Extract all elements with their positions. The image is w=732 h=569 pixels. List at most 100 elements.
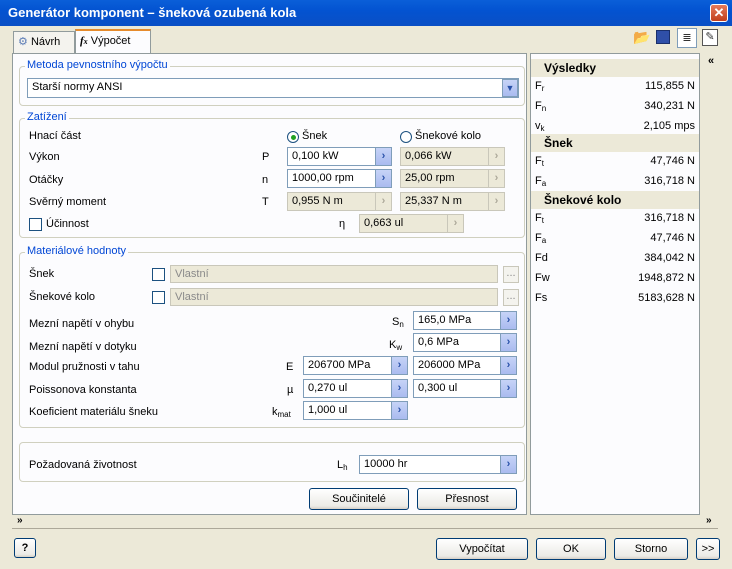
life-label: Požadovaná životnost	[29, 459, 137, 471]
efficiency-arrow-icon: ›	[447, 214, 464, 233]
poisson-label: Poissonova konstanta	[29, 384, 137, 396]
result-symbol: Fr	[535, 80, 545, 93]
bending-input[interactable]: 165,0 MPa	[413, 311, 503, 330]
result-value: 2,105 mps	[643, 120, 695, 132]
results-collapse-icon[interactable]: «	[708, 55, 714, 67]
power-worm-input[interactable]: 0,100 kW	[287, 147, 377, 166]
calculate-button[interactable]: Vypočítat	[436, 538, 528, 560]
result-value: 384,042 N	[644, 252, 695, 264]
close-button[interactable]: ✕	[710, 4, 728, 22]
tab-design-label: Návrh	[30, 36, 61, 48]
speed-wheel-value: 25,00 rpm	[400, 169, 490, 188]
result-symbol: Ft	[535, 155, 544, 168]
worm-material-checkbox[interactable]	[152, 268, 165, 281]
ok-button[interactable]: OK	[536, 538, 606, 560]
life-arrow-icon[interactable]: ›	[500, 455, 517, 474]
result-symbol: vk	[535, 120, 545, 133]
coef-input[interactable]: 1,000 ul	[303, 401, 393, 420]
save-icon[interactable]	[656, 30, 670, 44]
formula-icon: fx	[80, 35, 88, 47]
help-button[interactable]: ?	[14, 538, 36, 558]
torque-worm-arrow-icon: ›	[375, 192, 392, 211]
tab-calculation-label: Výpočet	[90, 35, 131, 47]
poisson-symbol: µ	[287, 384, 294, 396]
tab-design[interactable]: ⚙ Návrh	[13, 31, 75, 53]
notes-icon[interactable]: ✎	[702, 29, 718, 46]
properties-icon[interactable]: ≣	[677, 28, 697, 48]
torque-wheel-arrow-icon: ›	[488, 192, 505, 211]
torque-symbol: T	[262, 196, 269, 208]
result-value: 1948,872 N	[638, 272, 695, 284]
tab-calculation[interactable]: fx Výpočet	[75, 29, 151, 53]
coef-symbol: kmat	[272, 406, 291, 419]
more-button[interactable]: >>	[696, 538, 720, 560]
result-value: 316,718 N	[644, 212, 695, 224]
torque-worm-value: 0,955 N m	[287, 192, 377, 211]
open-folder-icon[interactable]: 📂	[633, 29, 651, 45]
bending-symbol: Sn	[392, 316, 404, 329]
speed-symbol: n	[262, 174, 269, 186]
material-legend: Materiálové hodnoty	[25, 245, 129, 257]
life-symbol: Lh	[337, 459, 348, 472]
speed-label: Otáčky	[29, 174, 64, 186]
efficiency-checkbox[interactable]	[29, 218, 42, 231]
help-icon: ?	[21, 542, 29, 554]
efficiency-value: 0,663 ul	[359, 214, 449, 233]
result-symbol: Fa	[535, 175, 547, 188]
cancel-button[interactable]: Storno	[614, 538, 688, 560]
loads-legend: Zatížení	[25, 111, 69, 123]
life-input[interactable]: 10000 hr	[359, 455, 504, 474]
modulus-worm-input[interactable]: 206700 MPa	[303, 356, 393, 375]
coef-arrow-icon[interactable]: ›	[391, 401, 408, 420]
efficiency-symbol: η	[339, 218, 346, 230]
poisson-worm-arrow-icon[interactable]: ›	[391, 379, 408, 398]
result-symbol: Fs	[535, 292, 548, 304]
method-select[interactable]: Starší normy ANSI	[27, 78, 519, 98]
result-value: 47,746 N	[650, 232, 695, 244]
result-value: 316,718 N	[644, 175, 695, 187]
contact-label: Mezní napětí v dotyku	[29, 341, 137, 353]
coef-label: Koeficient materiálu šneku	[29, 406, 159, 418]
power-label: Výkon	[29, 151, 60, 163]
worm-material-label: Šnek	[29, 268, 55, 280]
result-value: 5183,628 N	[638, 292, 695, 304]
radio-worm[interactable]	[287, 131, 299, 143]
result-value: 47,746 N	[650, 155, 695, 167]
poisson-wheel-input[interactable]: 0,300 ul	[413, 379, 503, 398]
poisson-wheel-arrow-icon[interactable]: ›	[500, 379, 517, 398]
collapse-icon[interactable]: »	[17, 515, 23, 526]
radio-worm-label[interactable]: Šnek	[302, 130, 327, 142]
gear-grid-icon: ⚙	[18, 36, 28, 48]
poisson-worm-input[interactable]: 0,270 ul	[303, 379, 393, 398]
power-worm-arrow-icon[interactable]: ›	[375, 147, 392, 166]
bending-label: Mezní napětí v ohybu	[29, 318, 135, 330]
radio-wheel[interactable]	[400, 131, 412, 143]
radio-wheel-label[interactable]: Šnekové kolo	[415, 130, 481, 142]
result-symbol: Fd	[535, 252, 548, 264]
result-symbol: Fa	[535, 232, 547, 245]
modulus-wheel-input[interactable]: 206000 MPa	[413, 356, 503, 375]
power-wheel-arrow-icon: ›	[488, 147, 505, 166]
power-symbol: P	[262, 151, 270, 163]
efficiency-label[interactable]: Účinnost	[46, 218, 89, 230]
speed-worm-input[interactable]: 1000,00 rpm	[287, 169, 377, 188]
modulus-wheel-arrow-icon[interactable]: ›	[500, 356, 517, 375]
worm-material-browse-button: ...	[503, 266, 519, 283]
wheel-material-checkbox[interactable]	[152, 291, 165, 304]
separator	[12, 528, 718, 529]
results-wheel-header: Šnekové kolo	[531, 191, 699, 209]
result-value: 340,231 N	[644, 100, 695, 112]
results-header: Výsledky	[531, 59, 699, 77]
result-symbol: Fw	[535, 272, 550, 284]
chevron-down-icon[interactable]: ▼	[502, 79, 518, 97]
modulus-worm-arrow-icon[interactable]: ›	[391, 356, 408, 375]
accuracy-button[interactable]: Přesnost	[417, 488, 517, 510]
speed-worm-arrow-icon[interactable]: ›	[375, 169, 392, 188]
speed-wheel-arrow-icon: ›	[488, 169, 505, 188]
expand-icon[interactable]: »	[706, 515, 712, 526]
bending-arrow-icon[interactable]: ›	[500, 311, 517, 330]
contact-input[interactable]: 0,6 MPa	[413, 333, 503, 352]
torque-label: Svěrný moment	[29, 196, 107, 208]
factors-button[interactable]: Součinitelé	[309, 488, 409, 510]
contact-arrow-icon[interactable]: ›	[500, 333, 517, 352]
